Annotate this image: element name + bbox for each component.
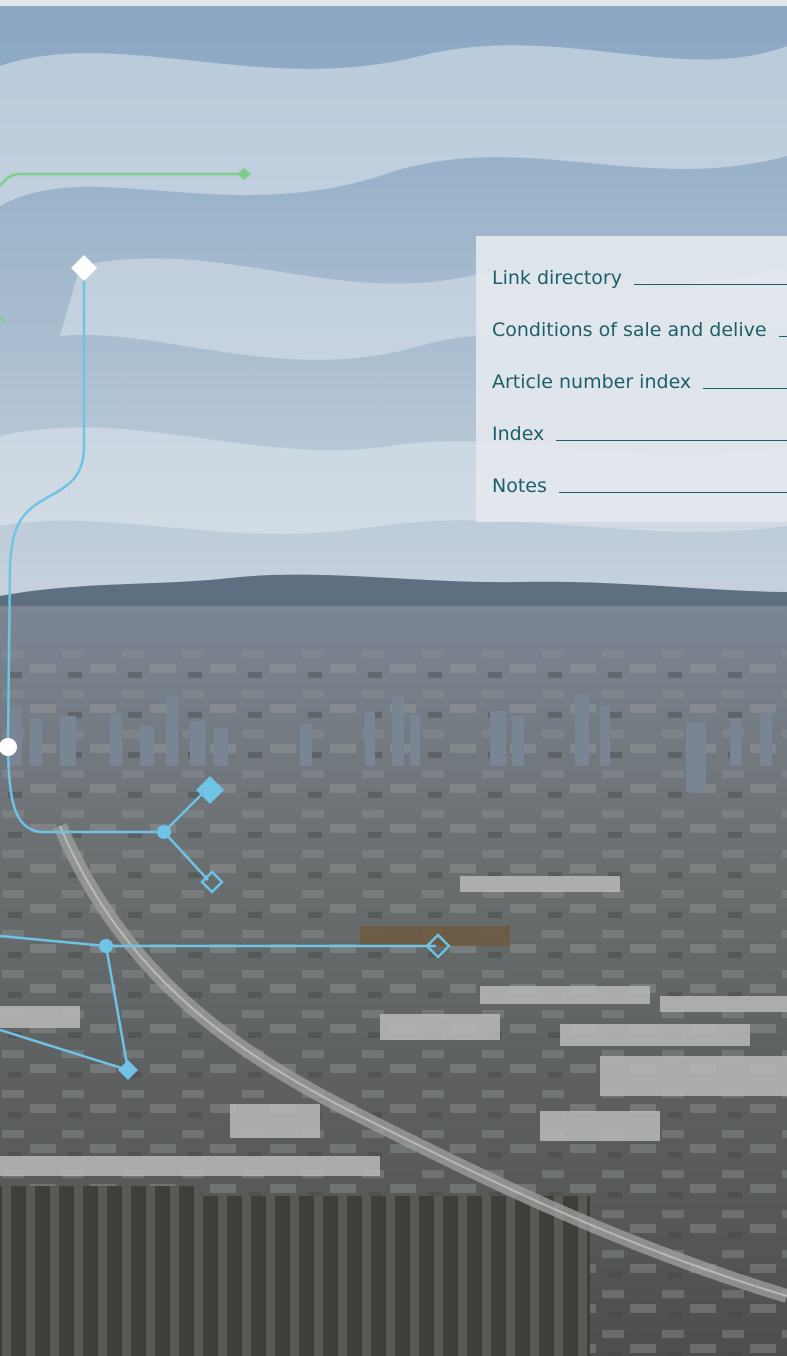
toc-item-label: Link directory — [492, 267, 622, 289]
toc-item-index[interactable]: Index — [492, 393, 787, 445]
toc-item-label: Index — [492, 423, 545, 445]
catalog-page: Link directory Conditions of sale and de… — [0, 0, 787, 1356]
toc-item-article-number-index[interactable]: Article number index — [492, 341, 787, 393]
toc-leader-line — [703, 388, 787, 389]
factory-roof-left — [0, 1186, 200, 1356]
toc-leader-line — [558, 492, 787, 493]
toc-leader-line — [778, 336, 787, 337]
toc-list: Link directory Conditions of sale and de… — [476, 236, 787, 497]
factory-roof-right — [200, 1196, 590, 1356]
top-bar — [0, 0, 787, 6]
toc-item-label: Notes — [492, 475, 547, 497]
toc-item-conditions-of-sale[interactable]: Conditions of sale and delive — [492, 289, 787, 341]
toc-leader-line — [556, 440, 787, 441]
toc-item-link-directory[interactable]: Link directory — [492, 262, 787, 289]
toc-item-label: Article number index — [492, 371, 692, 393]
toc-item-notes[interactable]: Notes — [492, 445, 787, 497]
table-of-contents-panel: Link directory Conditions of sale and de… — [476, 236, 787, 522]
cover-photo-city-aerial — [0, 6, 787, 1356]
toc-leader-line — [633, 284, 787, 285]
toc-item-label: Conditions of sale and delive — [492, 319, 767, 341]
